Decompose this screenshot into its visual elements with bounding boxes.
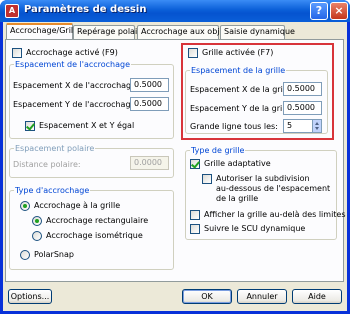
polar-distance-input[interactable]: 0.0000	[130, 156, 169, 170]
subdivide-label-1: Autoriser la subdivision	[216, 174, 310, 183]
tab-dynamic-input[interactable]: Saisie dynamique	[220, 25, 295, 39]
autocad-app-icon: A	[5, 4, 19, 18]
ok-button[interactable]: OK	[182, 289, 232, 304]
snap-x-input[interactable]: 0.5000	[130, 78, 169, 92]
adaptive-grid-checkbox[interactable]	[190, 159, 200, 169]
tab-object-snap[interactable]: Accrochage aux objets	[137, 25, 232, 39]
snap-y-input[interactable]: 0.5000	[130, 97, 169, 111]
isometric-snap-label: Accrochage isométrique	[46, 231, 143, 240]
subdivide-label-3: de la grille	[216, 194, 259, 203]
equal-xy-label: Espacement X et Y égal	[39, 121, 135, 130]
rectangular-snap-label: Accrochage rectangulaire	[46, 216, 149, 225]
tab-snap-grid[interactable]: Accrochage/Grille	[6, 23, 80, 40]
polarsnap-radio[interactable]	[20, 250, 30, 260]
beyond-limits-checkbox[interactable]	[190, 210, 200, 220]
equal-xy-checkbox[interactable]	[25, 121, 35, 131]
polarsnap-label: PolarSnap	[34, 250, 74, 259]
grid-type-title: Type de grille	[190, 146, 246, 155]
close-button[interactable]: ×	[330, 2, 348, 20]
polar-distance-label: Distance polaire:	[13, 160, 81, 169]
grid-snap-label: Accrochage à la grille	[34, 201, 121, 210]
snap-enable-label: Accrochage activé (F9)	[26, 48, 118, 57]
snap-type-title: Type d'accrochage	[14, 186, 91, 195]
cancel-button[interactable]: Annuler	[237, 289, 287, 304]
follow-ucs-checkbox[interactable]	[190, 224, 200, 234]
grid-highlight-annotation	[181, 43, 334, 140]
snap-enable-checkbox[interactable]	[12, 48, 22, 58]
polar-spacing-title: Espacement polaire	[14, 144, 96, 153]
snap-x-label: Espacement X de l'accrochage:	[13, 81, 139, 90]
follow-ucs-label: Suivre le SCU dynamique	[204, 224, 306, 233]
title-bar[interactable]: A Paramètres de dessin ? ×	[0, 0, 350, 22]
subdivide-label-2: au-dessous de l'espacement	[216, 184, 331, 193]
tab-polar-tracking[interactable]: Repérage polaire	[73, 25, 145, 39]
beyond-limits-label: Afficher la grille au-delà des limites	[204, 210, 346, 219]
adaptive-grid-label: Grille adaptative	[204, 159, 271, 168]
window-title: Paramètres de dessin	[24, 4, 147, 15]
help-button[interactable]: Aide	[292, 289, 342, 304]
options-button[interactable]: Options...	[8, 289, 52, 304]
snap-y-label: Espacement Y de l'accrochage:	[13, 100, 139, 109]
snap-spacing-title: Espacement de l'accrochage	[14, 60, 132, 69]
help-title-button[interactable]: ?	[310, 2, 328, 20]
subdivide-checkbox[interactable]	[202, 174, 212, 184]
rectangular-snap-radio[interactable]	[32, 216, 42, 226]
isometric-snap-radio[interactable]	[32, 231, 42, 241]
grid-snap-radio[interactable]	[20, 201, 30, 211]
